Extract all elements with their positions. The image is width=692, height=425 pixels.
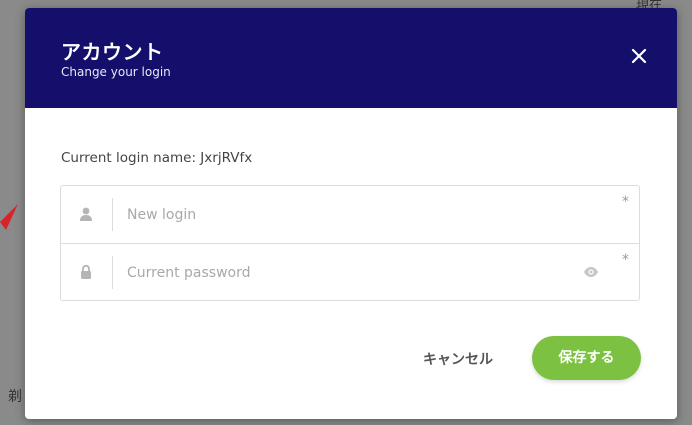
current-password-input[interactable] bbox=[127, 258, 567, 288]
account-dialog: アカウント Change your login Current login na… bbox=[25, 8, 677, 419]
required-marker: * bbox=[622, 194, 629, 210]
cancel-button[interactable]: キャンセル bbox=[413, 345, 503, 375]
required-marker: * bbox=[622, 252, 629, 268]
new-login-input[interactable] bbox=[127, 200, 567, 230]
close-icon[interactable] bbox=[629, 46, 649, 66]
background-page-char: 剃 bbox=[8, 389, 22, 405]
dialog-header: アカウント Change your login bbox=[25, 8, 677, 108]
eye-icon[interactable] bbox=[583, 265, 599, 279]
field-divider bbox=[112, 256, 113, 289]
field-divider bbox=[112, 198, 113, 231]
login-form: * * bbox=[60, 185, 640, 301]
current-login-name: Current login name: JxrjRVfx bbox=[61, 150, 253, 166]
user-icon bbox=[80, 207, 92, 221]
save-button[interactable]: 保存する bbox=[532, 336, 641, 380]
dialog-subtitle: Change your login bbox=[61, 65, 171, 79]
lock-icon bbox=[81, 264, 91, 279]
dialog-title: アカウント bbox=[61, 40, 164, 64]
new-login-row: * bbox=[61, 186, 639, 244]
dialog-body: Current login name: JxrjRVfx * bbox=[25, 108, 677, 419]
arrow-pointer-icon bbox=[0, 204, 18, 230]
current-password-row: * bbox=[61, 244, 639, 301]
